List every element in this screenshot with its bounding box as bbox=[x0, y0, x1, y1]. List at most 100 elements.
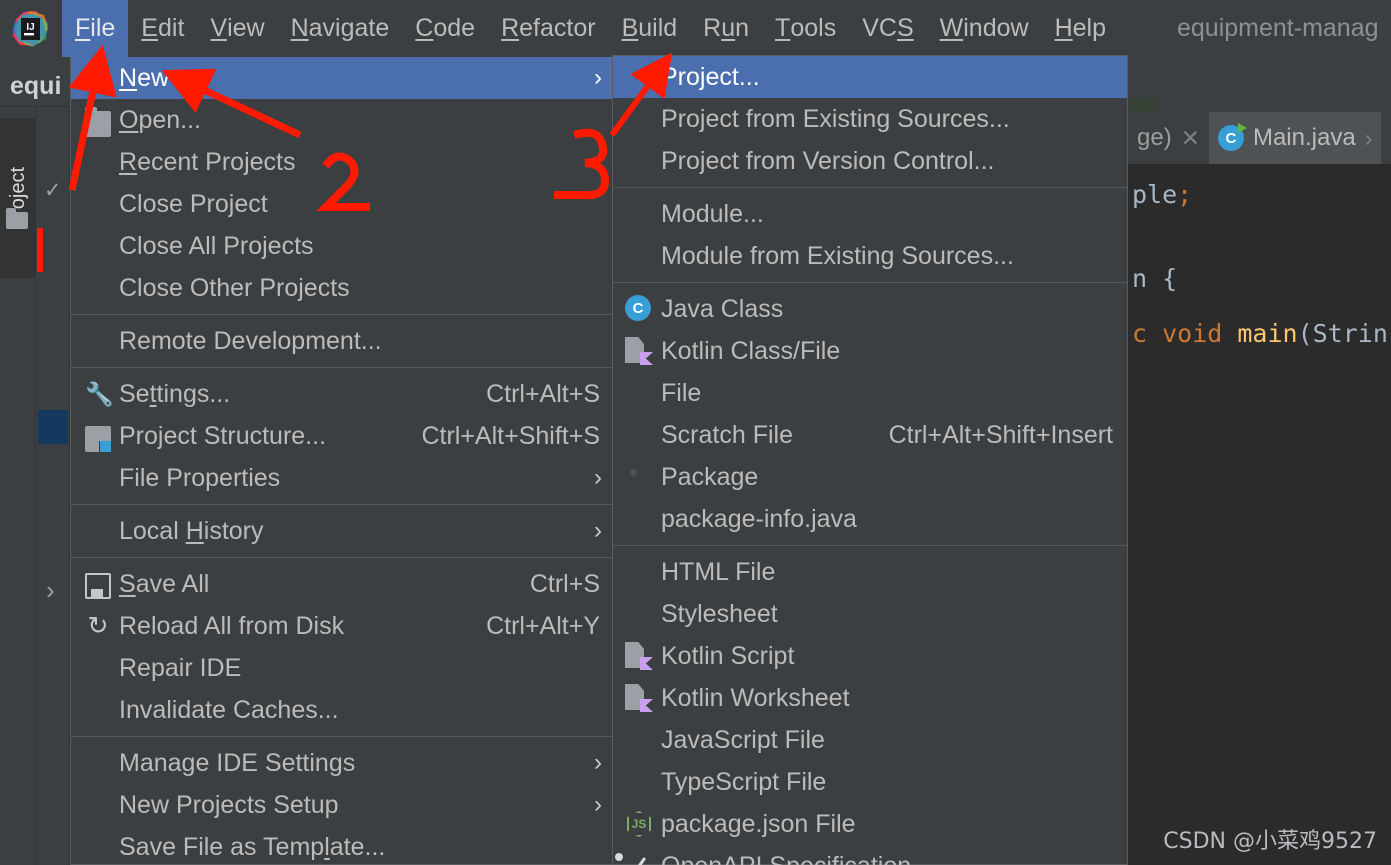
code-editor[interactable]: ple; n { c void main(Strin bbox=[1128, 164, 1391, 865]
chevron-right-icon[interactable]: › bbox=[46, 575, 55, 606]
menu-refactor[interactable]: Refactor bbox=[488, 0, 609, 57]
submenu-item-javascript-file[interactable]: JS JavaScript File bbox=[613, 719, 1127, 761]
menu-item-recent-projects[interactable]: Recent Projects bbox=[71, 141, 614, 183]
menu-view[interactable]: View bbox=[197, 0, 277, 57]
menu-item-save-file-as-template[interactable]: Save File as Template... bbox=[71, 826, 614, 865]
kotlin-file-icon bbox=[625, 337, 653, 365]
submenu-item-project-label: Project... bbox=[661, 62, 760, 91]
submenu-item-project-from-version-control[interactable]: Project from Version Control... bbox=[613, 140, 1127, 182]
menu-item-save-all-accel: Ctrl+S bbox=[529, 569, 600, 598]
submenu-item-kotlin-script[interactable]: Kotlin Script bbox=[613, 635, 1127, 677]
menu-item-open[interactable]: Open... bbox=[71, 99, 614, 141]
menu-item-settings-label: Settings... bbox=[119, 379, 231, 408]
submenu-item-project[interactable]: Project... bbox=[613, 56, 1127, 98]
menu-separator bbox=[71, 736, 614, 737]
intellij-idea-window: Project ✓ › equi ple; n { c void main(St… bbox=[0, 0, 1391, 865]
menu-separator bbox=[613, 545, 1127, 546]
submenu-item-module-from-existing-sources-label: Module from Existing Sources... bbox=[661, 241, 1014, 270]
editor-tab-bar: ge) ✕ C Main.java › bbox=[1128, 112, 1391, 164]
javascript-file-icon: JS bbox=[625, 726, 653, 754]
menu-item-close-project[interactable]: Close Project bbox=[71, 183, 614, 225]
menu-item-repair-ide[interactable]: Repair IDE bbox=[71, 647, 614, 689]
submenu-item-typescript-file[interactable]: TS TypeScript File bbox=[613, 761, 1127, 803]
submenu-item-file-label: File bbox=[661, 378, 702, 407]
submenu-item-html-file[interactable]: H HTML File bbox=[613, 551, 1127, 593]
chevron-right-icon: › bbox=[594, 791, 602, 818]
menu-navigate[interactable]: Navigate bbox=[278, 0, 403, 57]
wrench-icon: 🔧 bbox=[85, 381, 114, 407]
menu-item-settings-accel: Ctrl+Alt+S bbox=[486, 379, 600, 408]
submenu-item-module-from-existing-sources[interactable]: Module from Existing Sources... bbox=[613, 235, 1127, 277]
submenu-item-openapi-specification[interactable]: OpenAPI Specification bbox=[613, 845, 1127, 865]
menu-item-close-all-projects[interactable]: Close All Projects bbox=[71, 225, 614, 267]
submenu-item-project-from-existing-sources[interactable]: Project from Existing Sources... bbox=[613, 98, 1127, 140]
submenu-item-kotlin-worksheet[interactable]: Kotlin Worksheet bbox=[613, 677, 1127, 719]
menu-vcs[interactable]: VC S bbox=[849, 0, 926, 57]
submenu-item-kotlin-class-file[interactable]: Kotlin Class/File bbox=[613, 330, 1127, 372]
sidebar-item-project[interactable]: Project bbox=[0, 118, 36, 278]
reload-icon: ↻ bbox=[87, 612, 109, 640]
menu-separator bbox=[71, 314, 614, 315]
menu-help[interactable]: Help bbox=[1042, 0, 1119, 57]
submenu-item-module[interactable]: Module... bbox=[613, 193, 1127, 235]
menu-item-project-structure[interactable]: Project Structure... Ctrl+Alt+Shift+S bbox=[71, 415, 614, 457]
menu-item-new-projects-setup[interactable]: New Projects Setup › bbox=[71, 784, 614, 826]
menu-item-remote-development[interactable]: Remote Development... bbox=[71, 320, 614, 362]
menu-window[interactable]: Window bbox=[927, 0, 1042, 57]
folder-icon bbox=[85, 107, 111, 137]
submenu-item-file[interactable]: File bbox=[613, 372, 1127, 414]
menu-item-save-all[interactable]: Save All Ctrl+S bbox=[71, 563, 614, 605]
menu-item-reload-all-from-disk-accel: Ctrl+Alt+Y bbox=[486, 611, 600, 640]
submenu-item-stylesheet[interactable]: CSS Stylesheet bbox=[613, 593, 1127, 635]
menu-run[interactable]: Run bbox=[690, 0, 762, 57]
menu-edit[interactable]: Edit bbox=[128, 0, 197, 57]
submenu-item-package-info-java[interactable]: J package-info.java bbox=[613, 498, 1127, 540]
menu-file[interactable]: File bbox=[62, 0, 129, 57]
submenu-item-java-class[interactable]: C Java Class bbox=[613, 288, 1127, 330]
submenu-item-scratch-file[interactable]: Scratch File Ctrl+Alt+Shift+Insert bbox=[613, 414, 1127, 456]
code-line-main: c void main(Strin bbox=[1132, 319, 1388, 348]
menu-item-file-properties[interactable]: File Properties › bbox=[71, 457, 614, 499]
scratch-file-icon bbox=[625, 421, 653, 449]
submenu-item-scratch-file-accel: Ctrl+Alt+Shift+Insert bbox=[888, 420, 1113, 449]
chevron-right-icon: › bbox=[594, 464, 602, 491]
chevron-right-icon: › bbox=[594, 64, 602, 91]
code-line-package: ple; bbox=[1132, 180, 1193, 209]
menu-item-reload-all-from-disk-label: Reload All from Disk bbox=[119, 611, 345, 640]
menu-item-settings[interactable]: 🔧 Settings... Ctrl+Alt+S bbox=[71, 373, 614, 415]
gutter-marker bbox=[38, 410, 68, 444]
submenu-item-openapi-specification-label: OpenAPI Specification bbox=[661, 852, 911, 865]
editor-tab-partial-label: ge) bbox=[1137, 124, 1172, 151]
submenu-item-package[interactable]: Package bbox=[613, 456, 1127, 498]
html-file-icon: H bbox=[625, 558, 653, 586]
java-class-run-icon: C bbox=[1217, 123, 1247, 151]
menu-item-project-structure-label: Project Structure... bbox=[119, 421, 327, 450]
java-class-icon: C bbox=[625, 295, 653, 323]
kotlin-worksheet-icon bbox=[625, 684, 653, 712]
editor-tab-main-java[interactable]: C Main.java › bbox=[1208, 112, 1382, 164]
submenu-item-package-json-file[interactable]: JS package.json File bbox=[613, 803, 1127, 845]
chevron-right-icon[interactable]: › bbox=[1365, 125, 1373, 152]
menu-item-new[interactable]: New › bbox=[71, 57, 614, 99]
menu-item-close-other-projects[interactable]: Close Other Projects bbox=[71, 267, 614, 309]
folder-icon[interactable] bbox=[6, 208, 28, 229]
close-icon[interactable]: ✕ bbox=[1181, 125, 1200, 152]
menu-item-close-other-projects-label: Close Other Projects bbox=[119, 273, 350, 302]
submenu-item-module-label: Module... bbox=[661, 199, 764, 228]
menu-item-remote-development-label: Remote Development... bbox=[119, 326, 382, 355]
menu-tools[interactable]: Tools bbox=[762, 0, 849, 57]
menu-build[interactable]: Build bbox=[609, 0, 691, 57]
menu-item-recent-projects-label: Recent Projects bbox=[119, 147, 296, 176]
menu-item-invalidate-caches[interactable]: Invalidate Caches... bbox=[71, 689, 614, 731]
menu-separator bbox=[71, 504, 614, 505]
menu-item-reload-all-from-disk[interactable]: ↻ Reload All from Disk Ctrl+Alt+Y bbox=[71, 605, 614, 647]
package-icon bbox=[625, 463, 653, 491]
nodejs-icon: JS bbox=[625, 810, 653, 838]
editor-tab-partial[interactable]: ge) ✕ bbox=[1128, 112, 1209, 164]
file-icon bbox=[625, 379, 653, 407]
menu-item-local-history[interactable]: Local History › bbox=[71, 510, 614, 552]
menu-item-manage-ide-settings[interactable]: Manage IDE Settings › bbox=[71, 742, 614, 784]
submenu-item-scratch-file-label: Scratch File bbox=[661, 420, 793, 449]
menu-code[interactable]: Code bbox=[402, 0, 488, 57]
menu-item-new-projects-setup-label: New Projects Setup bbox=[119, 790, 339, 819]
